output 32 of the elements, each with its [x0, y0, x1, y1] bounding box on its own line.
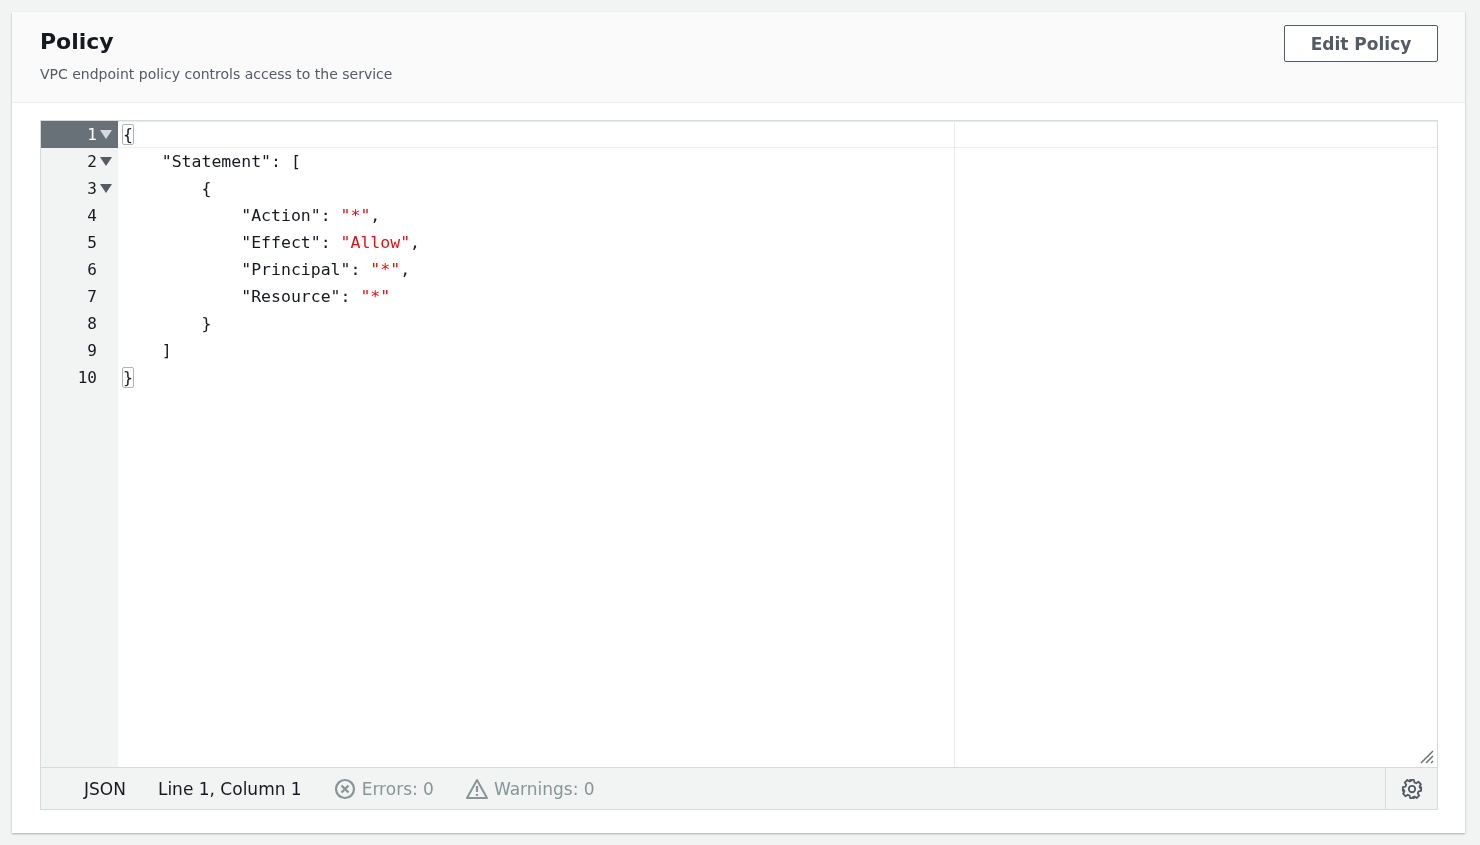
line-number: 3 — [87, 179, 98, 198]
panel-title: Policy — [40, 28, 115, 56]
code-line: "Principal": "*", — [240, 260, 411, 279]
code-line: ] — [160, 341, 172, 360]
code-line: "Resource": "*" — [240, 287, 391, 306]
line-number: 7 — [87, 287, 98, 306]
error-count: Errors: 0 — [361, 777, 434, 800]
line-number: 10 — [77, 368, 98, 387]
cursor-position: Line 1, Column 1 — [157, 777, 302, 800]
gear-icon — [1400, 777, 1423, 800]
code-line: "Statement": [ — [160, 152, 301, 171]
panel-description: VPC endpoint policy controls access to the service — [40, 65, 393, 84]
fold-arrow-icon[interactable] — [100, 183, 112, 194]
code-line: "Action": "*", — [240, 206, 381, 225]
line-number: 4 — [87, 206, 98, 225]
code-line: "Effect": "Allow", — [240, 233, 421, 252]
warning-count: Warnings: 0 — [493, 777, 595, 800]
code-line: { — [200, 179, 212, 198]
fold-arrow-icon[interactable] — [100, 156, 112, 167]
language-mode: JSON — [84, 777, 126, 800]
code-line: } — [200, 314, 212, 333]
line-number: 2 — [87, 152, 98, 171]
edit-policy-button[interactable]: Edit Policy — [1284, 25, 1438, 62]
error-icon — [333, 777, 356, 800]
line-number: 9 — [87, 341, 98, 360]
warning-icon — [465, 777, 488, 800]
resize-handle-icon[interactable] — [1420, 750, 1434, 764]
line-number: 1 — [87, 125, 98, 144]
line-number: 5 — [87, 233, 98, 252]
line-number: 6 — [87, 260, 98, 279]
fold-arrow-icon[interactable] — [100, 129, 112, 140]
line-number: 8 — [87, 314, 98, 333]
